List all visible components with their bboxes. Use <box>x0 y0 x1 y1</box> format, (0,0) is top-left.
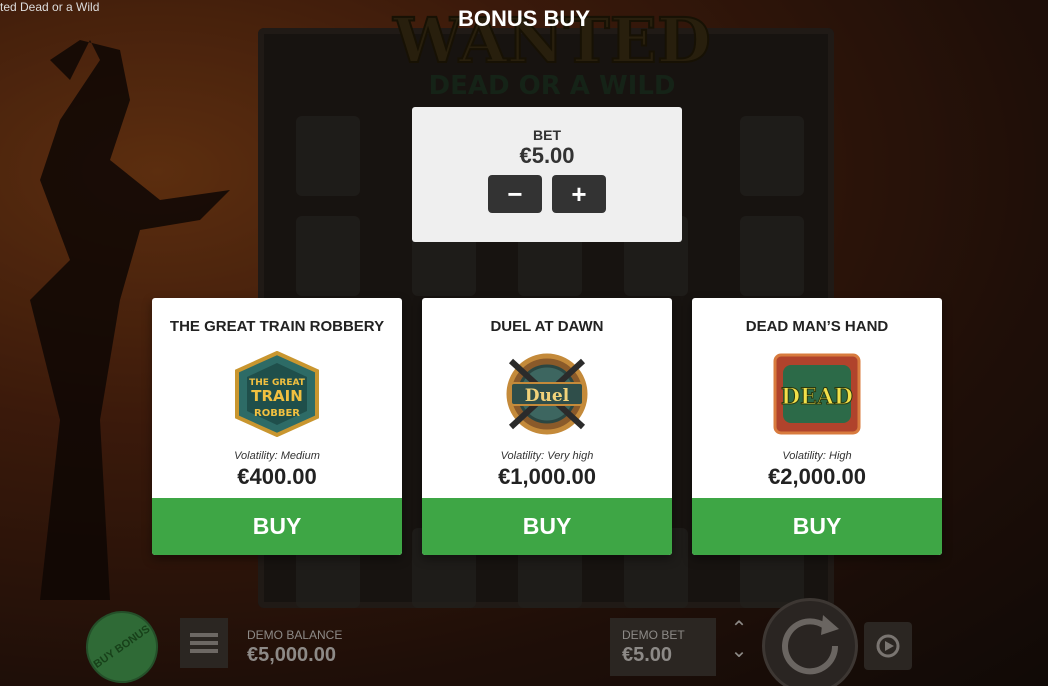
card-price: €400.00 <box>237 464 317 489</box>
bet-down-icon[interactable]: ⌄ <box>722 640 756 662</box>
decrease-bet-button[interactable]: − <box>488 175 542 213</box>
duel-badge-icon: Duel <box>506 353 588 435</box>
train-robbery-badge-icon: THE GREAT TRAIN ROBBER <box>235 350 319 438</box>
bet-panel: BET €5.00 − + <box>412 107 682 242</box>
buy-duel-at-dawn-button[interactable]: BUY <box>422 498 672 555</box>
spin-icon <box>782 615 839 675</box>
bonus-card-duel-at-dawn: DUEL AT DAWN Duel Volatility: Very high … <box>422 298 672 555</box>
bet-value: €5.00 <box>519 143 575 168</box>
svg-text:TRAIN: TRAIN <box>251 387 303 405</box>
dead-badge-icon: DEAD <box>773 353 861 435</box>
bonus-buy-title: BONUS BUY <box>457 6 590 31</box>
svg-text:Duel: Duel <box>525 386 570 406</box>
bet-adjust-arrows: ⌃ ⌄ <box>722 618 756 670</box>
menu-icon[interactable] <box>180 618 228 668</box>
card-volatility: Volatility: Medium <box>234 450 320 462</box>
spin-button[interactable] <box>762 598 858 686</box>
card-title: THE GREAT TRAIN ROBBERY <box>169 318 385 335</box>
bet-label: BET <box>533 127 561 143</box>
demo-bet-box: DEMO BET €5.00 <box>610 618 716 676</box>
card-volatility: Volatility: Very high <box>500 450 594 462</box>
autoplay-icon <box>876 634 900 658</box>
demo-bet-value: €5.00 <box>622 644 673 666</box>
card-price: €1,000.00 <box>498 464 596 489</box>
card-title: DUEL AT DAWN <box>490 318 604 335</box>
card-volatility: Volatility: High <box>782 450 852 462</box>
autoplay-button[interactable] <box>864 622 912 670</box>
game-screen: WANTED DEAD OR A WILD ted Dead or a Wild… <box>0 0 1048 686</box>
bet-up-icon[interactable]: ⌃ <box>722 618 756 640</box>
buy-train-robbery-button[interactable]: BUY <box>152 498 402 555</box>
increase-bet-button[interactable]: + <box>552 175 606 213</box>
buy-dead-mans-hand-button[interactable]: BUY <box>692 498 942 555</box>
svg-text:DEAD: DEAD <box>781 384 853 410</box>
demo-bet-label: DEMO BET <box>622 628 685 642</box>
card-title: DEAD MAN’S HAND <box>745 318 889 335</box>
bonus-card-dead-mans-hand: DEAD MAN’S HAND DEAD Volatility: High €2… <box>692 298 942 555</box>
demo-balance-value: €5,000.00 <box>247 644 336 666</box>
card-price: €2,000.00 <box>768 464 866 489</box>
bonus-card-train-robbery: THE GREAT TRAIN ROBBERY THE GREAT TRAIN … <box>152 298 402 555</box>
demo-balance-label: DEMO BALANCE <box>247 628 343 642</box>
svg-text:ROBBER: ROBBER <box>254 408 300 419</box>
